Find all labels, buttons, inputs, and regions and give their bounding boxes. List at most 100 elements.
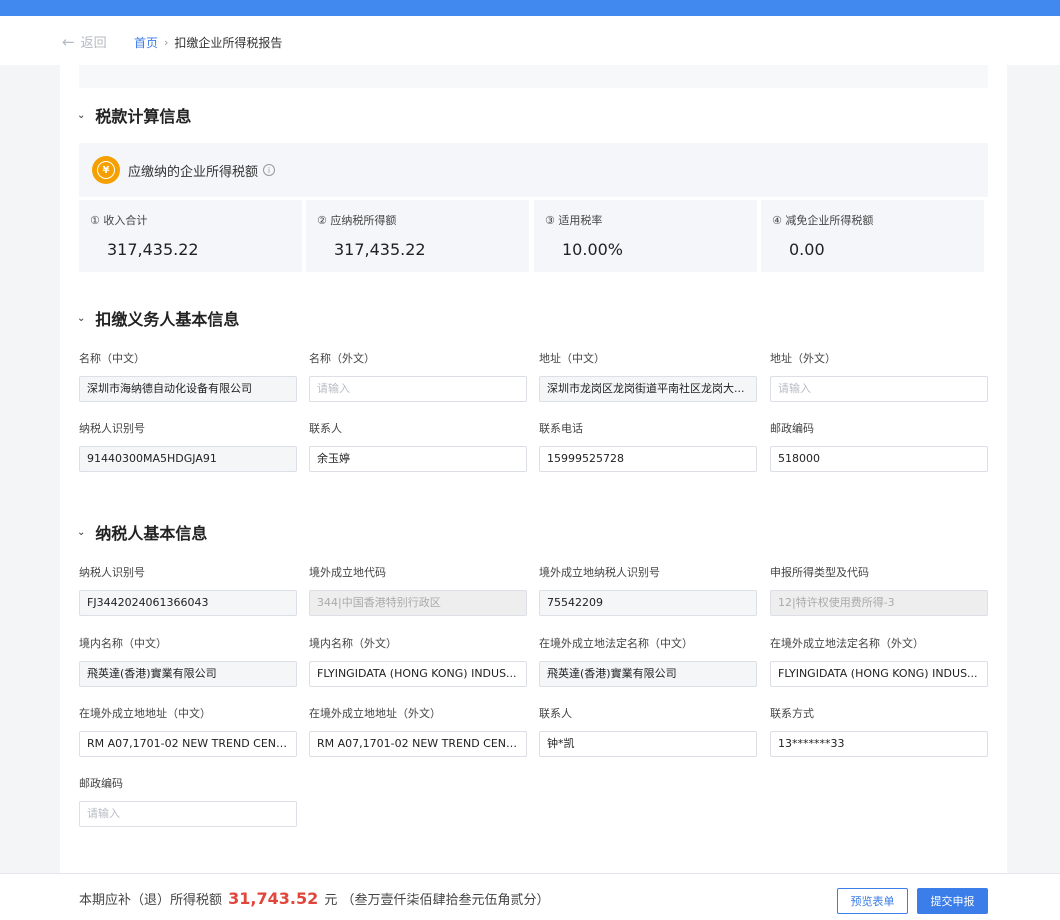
section-withholder-toggle[interactable]: ⌄ 扣缴义务人基本信息 (77, 306, 239, 330)
field-label: 境外成立地代码 (309, 566, 386, 579)
stat-label: ② 应纳税所得额 (317, 214, 397, 227)
field-input[interactable]: 75542209 (539, 590, 757, 616)
chevron-right-icon: › (164, 36, 169, 49)
stat-value: 0.00 (789, 240, 825, 259)
field-input[interactable]: 13*******33 (770, 731, 988, 757)
section-title-taxpayer: 纳税人基本信息 (95, 524, 208, 543)
form-field: 纳税人识别号 91440300MA5HDGJA91 (79, 422, 297, 472)
field-input[interactable]: FJ3442024061366043 (79, 590, 297, 616)
section-tax-calc-toggle[interactable]: ⌄ 税款计算信息 (77, 103, 191, 127)
field-input[interactable]: 518000 (770, 446, 988, 472)
field-input[interactable]: 深圳市龙岗区龙岗街道平南社区龙岗大... (539, 376, 757, 402)
breadcrumb-current: 扣缴企业所得税报告 (174, 36, 283, 50)
section-title-withholder: 扣缴义务人基本信息 (95, 310, 240, 329)
field-label: 在境外成立地法定名称（中文） (539, 637, 693, 650)
summary-amount: 31,743.52 (228, 889, 319, 908)
field-input: 12|特许权使用费所得-3 (770, 590, 988, 616)
field-input[interactable]: 飛英達(香港)實業有限公司 (79, 661, 297, 687)
stat-card: ① 收入合计 317,435.22 (79, 200, 302, 272)
field-input[interactable]: 请输入 (770, 376, 988, 402)
chevron-down-icon: ⌄ (77, 109, 86, 121)
form-field: 申报所得类型及代码 12|特许权使用费所得-3 (770, 566, 988, 616)
form-field: 联系人钟*凯 (539, 707, 757, 757)
form-field: 在境外成立地地址（中文） RM A07,1701-02 NEW TREND CEN… (79, 707, 297, 757)
field-label: 邮政编码 (770, 422, 814, 435)
field-label: 名称（外文） (309, 352, 375, 365)
field-label: 境内名称（外文） (309, 637, 397, 650)
field-input[interactable]: 深圳市海纳德自动化设备有限公司 (79, 376, 297, 402)
back-label: 返回 (80, 36, 107, 51)
stat-value: 317,435.22 (334, 240, 426, 259)
form-field: 在境外成立地法定名称（中文） 飛英達(香港)實業有限公司 (539, 637, 757, 687)
top-accent-bar (0, 0, 1060, 16)
tax-summary: 本期应补（退）所得税额 31,743.52 元 （叁万壹仟柒佰肆拾叁元伍角贰分） (79, 889, 550, 908)
field-input[interactable]: 钟*凯 (539, 731, 757, 757)
form-field: 联系方式 13*******33 (770, 707, 988, 757)
stat-card: ④ 减免企业所得税额 0.00 (761, 200, 984, 272)
info-icon[interactable]: i (263, 164, 276, 176)
section-taxpayer-toggle[interactable]: ⌄ 纳税人基本信息 (77, 520, 207, 544)
back-button[interactable]: ← 返回 (62, 32, 107, 52)
form-field: 境内名称（外文） FLYINGIDATA (HONG KONG) INDUS... (309, 637, 527, 687)
section-title-tax-calc: 税款计算信息 (95, 107, 192, 126)
field-label: 境内名称（中文） (79, 637, 167, 650)
summary-prefix: 本期应补（退）所得税额 (79, 893, 223, 908)
field-label: 名称（中文） (79, 352, 145, 365)
field-input[interactable]: 91440300MA5HDGJA91 (79, 446, 297, 472)
preview-form-button[interactable]: 预览表单 (837, 888, 908, 914)
field-label: 地址（中文） (539, 352, 605, 365)
tax-payable-title: 应缴纳的企业所得税额 (128, 164, 259, 180)
form-field: 邮政编码 518000 (770, 422, 988, 472)
field-label: 邮政编码 (79, 777, 123, 790)
stat-value: 10.00% (562, 240, 624, 259)
stat-label: ③ 适用税率 (545, 214, 603, 227)
field-input[interactable]: RM A07,1701-02 NEW TREND CENT... (309, 731, 527, 757)
field-label: 纳税人识别号 (79, 566, 145, 579)
field-label: 纳税人识别号 (79, 422, 145, 435)
field-input[interactable]: 15999525728 (539, 446, 757, 472)
navigation-bar: ← 返回 首页 › 扣缴企业所得税报告 (0, 16, 1060, 65)
footer-bar: 本期应补（退）所得税额 31,743.52 元 （叁万壹仟柒佰肆拾叁元伍角贰分）… (0, 873, 1060, 920)
chevron-down-icon: ⌄ (77, 526, 86, 538)
tax-payable-header: ¥ 应缴纳的企业所得税额 i (79, 143, 988, 197)
arrow-left-icon: ← (62, 32, 75, 51)
form-field: 联系人 余玉婷 (309, 422, 527, 472)
form-field: 境内名称（中文） 飛英達(香港)實業有限公司 (79, 637, 297, 687)
field-label: 联系人 (309, 422, 342, 435)
field-label: 联系人 (539, 707, 572, 720)
field-input[interactable]: 请输入 (79, 801, 297, 827)
field-input[interactable]: RM A07,1701-02 NEW TREND CENT... (79, 731, 297, 757)
form-field: 邮政编码 请输入 (79, 777, 297, 827)
field-label: 联系电话 (539, 422, 583, 435)
breadcrumb-home-link[interactable]: 首页 (134, 34, 158, 51)
field-input[interactable]: 请输入 (309, 376, 527, 402)
form-field: 名称（外文） 请输入 (309, 352, 527, 402)
field-input[interactable]: FLYINGIDATA (HONG KONG) INDUS... (770, 661, 988, 687)
form-field: 在境外成立地地址（外文） RM A07,1701-02 NEW TREND CEN… (309, 707, 527, 757)
field-input[interactable]: FLYINGIDATA (HONG KONG) INDUS... (309, 661, 527, 687)
stat-value: 317,435.22 (107, 240, 199, 259)
field-label: 联系方式 (770, 707, 814, 720)
field-label: 境外成立地纳税人识别号 (539, 566, 660, 579)
field-label: 申报所得类型及代码 (770, 566, 869, 579)
summary-unit: 元 (324, 893, 338, 908)
form-field: 境外成立地纳税人识别号 75542209 (539, 566, 757, 616)
form-field: 地址（外文） 请输入 (770, 352, 988, 402)
form-field: 名称（中文） 深圳市海纳德自动化设备有限公司 (79, 352, 297, 402)
stat-label: ④ 减免企业所得税额 (772, 214, 874, 227)
field-input[interactable]: 飛英達(香港)實業有限公司 (539, 661, 757, 687)
form-field: 在境外成立地法定名称（外文） FLYINGIDATA (HONG KONG) IN… (770, 637, 988, 687)
field-input: 344|中国香港特别行政区 (309, 590, 527, 616)
stat-card: ② 应纳税所得额 317,435.22 (306, 200, 529, 272)
form-field: 纳税人识别号 FJ3442024061366043 (79, 566, 297, 616)
stat-card: ③ 适用税率 10.00% (534, 200, 757, 272)
field-label: 在境外成立地地址（中文） (79, 707, 211, 720)
form-content: ⌄ 税款计算信息 ¥ 应缴纳的企业所得税额 i ① 收入合计 317,435.22… (60, 65, 1007, 873)
chevron-down-icon: ⌄ (77, 312, 86, 324)
summary-amount-words: （叁万壹仟柒佰肆拾叁元伍角贰分） (341, 893, 550, 908)
previous-section-strip (79, 65, 988, 88)
field-input[interactable]: 余玉婷 (309, 446, 527, 472)
submit-declaration-button[interactable]: 提交申报 (917, 888, 988, 914)
form-field: 地址（中文） 深圳市龙岗区龙岗街道平南社区龙岗大... (539, 352, 757, 402)
field-label: 地址（外文） (770, 352, 836, 365)
